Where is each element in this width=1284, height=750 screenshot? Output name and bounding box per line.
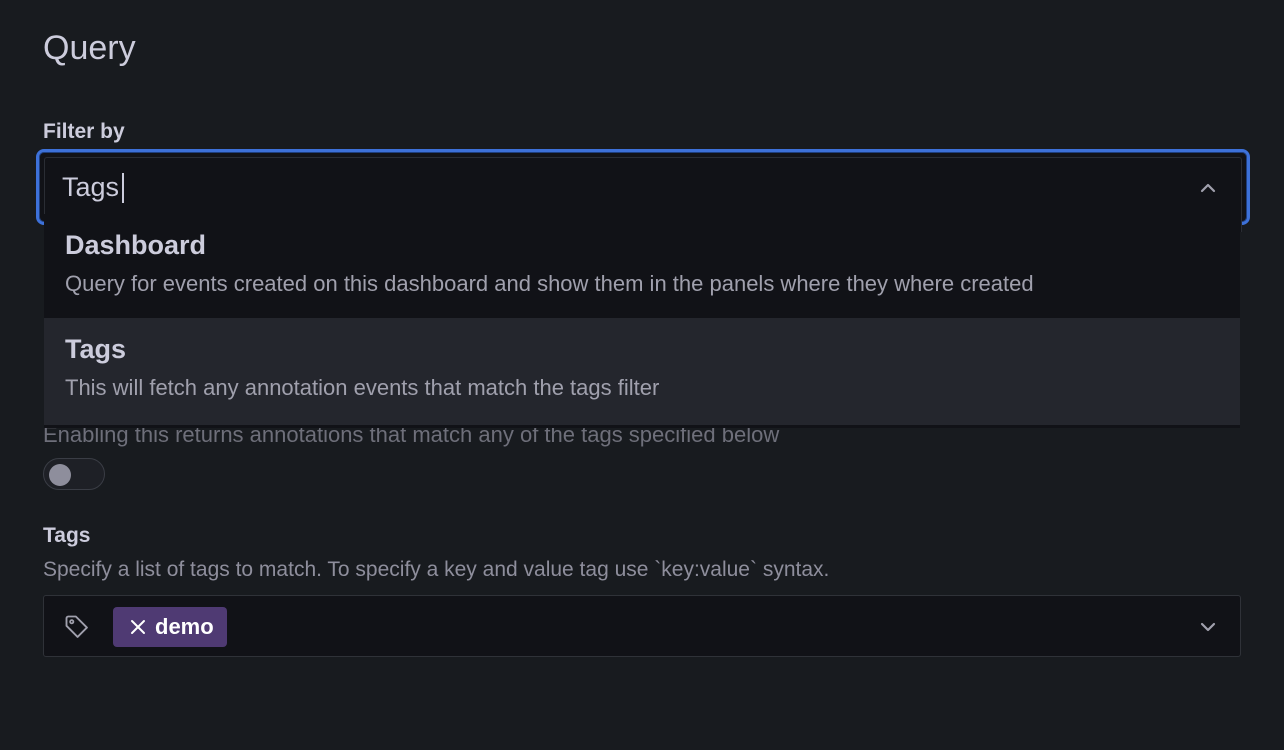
- toggle-knob: [49, 464, 71, 486]
- chevron-down-icon[interactable]: [1196, 615, 1220, 639]
- option-title: Tags: [65, 334, 127, 364]
- tag-chip-label: demo: [155, 614, 214, 639]
- option-dashboard[interactable]: Dashboard Query for events created on th…: [44, 214, 1240, 321]
- text-caret: [122, 173, 124, 203]
- tags-description: Specify a list of tags to match. To spec…: [43, 558, 830, 581]
- filter-by-input-value[interactable]: Tags: [62, 170, 119, 204]
- tags-label: Tags: [43, 524, 91, 547]
- section-title: Query: [43, 29, 136, 67]
- annotation-query-editor: Query Filter by Tags Enabling this retur…: [0, 0, 1284, 750]
- tags-input[interactable]: demo: [43, 595, 1241, 657]
- tag-icon: [65, 615, 88, 638]
- match-any-toggle[interactable]: [43, 458, 105, 490]
- option-description: This will fetch any annotation events th…: [65, 375, 660, 400]
- filter-options-menu: Dashboard Query for events created on th…: [44, 214, 1240, 428]
- chevron-up-icon[interactable]: [1196, 176, 1220, 200]
- close-icon[interactable]: [129, 618, 147, 636]
- tag-chip[interactable]: demo: [113, 607, 227, 647]
- filter-by-label: Filter by: [43, 120, 125, 143]
- option-title: Dashboard: [65, 230, 207, 260]
- option-description: Query for events created on this dashboa…: [65, 271, 1034, 296]
- option-tags[interactable]: Tags This will fetch any annotation even…: [44, 318, 1240, 425]
